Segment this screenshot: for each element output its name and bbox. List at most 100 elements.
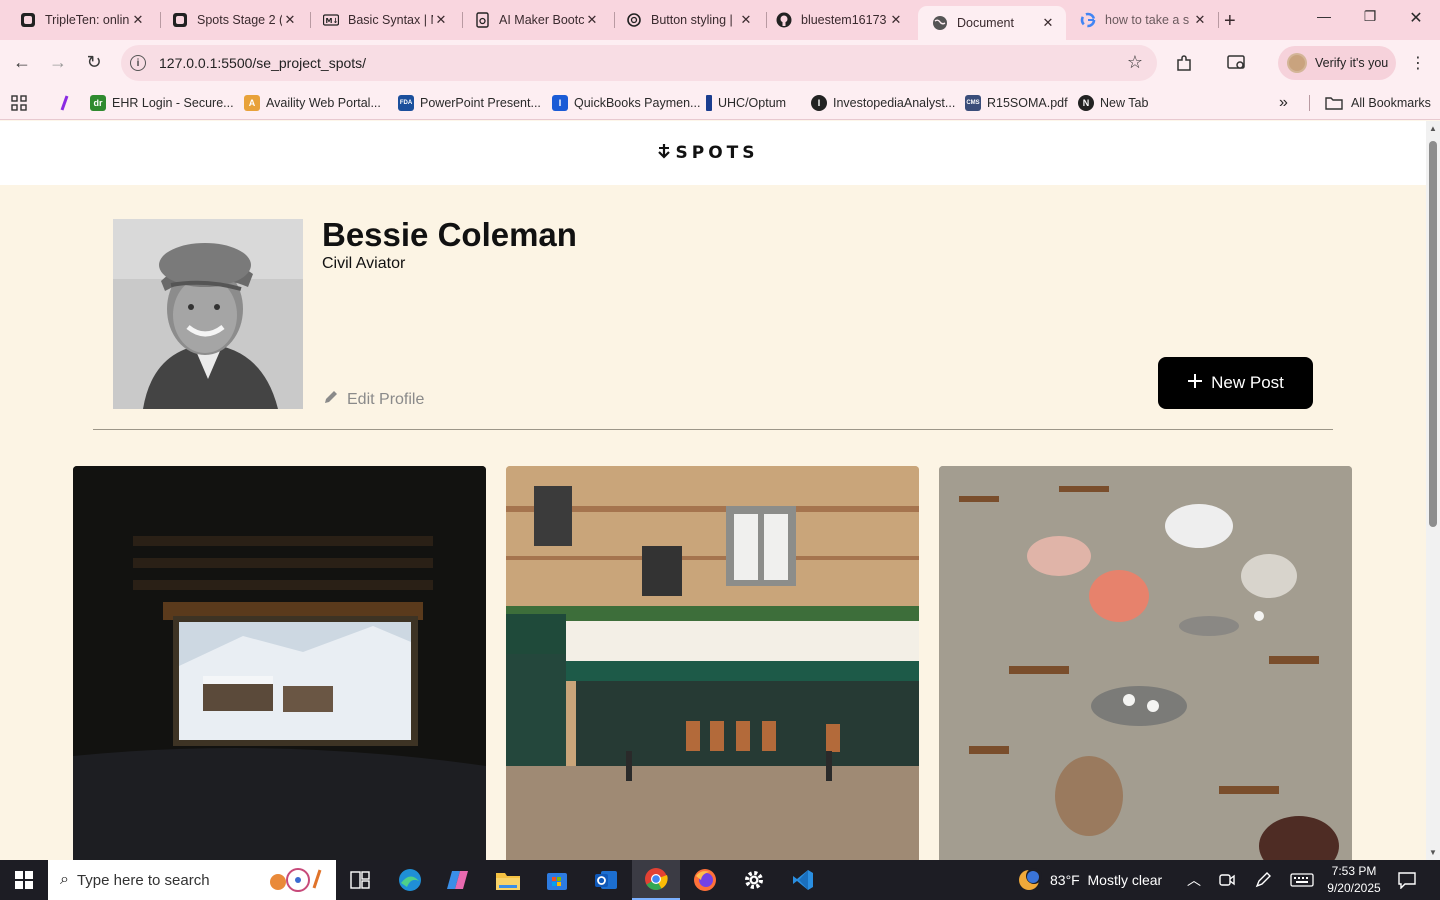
scroll-up-icon[interactable]: ▲: [1429, 124, 1437, 133]
outlook-icon[interactable]: [582, 860, 630, 900]
close-icon[interactable]: ✕: [1040, 15, 1056, 31]
spots-logo[interactable]: SPOTS: [657, 143, 759, 164]
pencil-icon: [323, 389, 339, 410]
profile-verify-button[interactable]: Verify it's you: [1278, 46, 1396, 80]
tab-google-search[interactable]: how to take a s ✕: [1066, 6, 1218, 34]
scrollbar-thumb[interactable]: [1429, 141, 1437, 527]
start-button[interactable]: [0, 860, 48, 900]
restore-button[interactable]: ❐: [1356, 8, 1384, 25]
google-icon: [1080, 12, 1096, 28]
microsoft-store-icon[interactable]: [533, 860, 581, 900]
apps-grid-icon[interactable]: [11, 92, 27, 114]
weather-moon-icon: [1019, 868, 1042, 890]
bookmark-availity[interactable]: A Availity Web Portal...: [244, 92, 381, 114]
bookmarks-bar: dr EHR Login - Secure... A Availity Web Po…: [0, 86, 1440, 120]
windows-taskbar: ⌕ Type here to search 83°F Mostly clear …: [0, 860, 1440, 900]
file-explorer-icon[interactable]: [484, 860, 532, 900]
bookmark-copilot-icon[interactable]: [58, 92, 72, 114]
logo-arrow-icon: [657, 143, 670, 164]
svg-text:M↓: M↓: [326, 17, 339, 25]
reload-button[interactable]: ↻: [82, 52, 106, 73]
close-window-button[interactable]: ✕: [1402, 8, 1430, 28]
close-icon[interactable]: ✕: [282, 12, 298, 28]
notifications-icon[interactable]: [1397, 860, 1417, 900]
card-image[interactable]: [939, 466, 1352, 860]
profile-divider: [93, 429, 1333, 430]
tripleten-icon: [20, 12, 36, 28]
bookmark-star-icon[interactable]: ☆: [1127, 52, 1143, 73]
bookmark-r15soma[interactable]: CMS R15SOMA.pdf: [965, 92, 1068, 114]
profile-avatar: [113, 219, 303, 409]
site-info-icon[interactable]: i: [130, 55, 146, 71]
search-icon: ⌕: [60, 871, 69, 888]
tab-github[interactable]: bluestem16173 ✕: [762, 6, 914, 34]
keyboard-icon[interactable]: [1290, 860, 1314, 900]
close-icon[interactable]: ✕: [888, 12, 904, 28]
weather-widget[interactable]: 83°F Mostly clear: [1016, 860, 1162, 900]
minimize-button[interactable]: —: [1310, 8, 1338, 24]
markdown-icon: M↓: [323, 12, 339, 28]
bookmark-new-tab[interactable]: N New Tab: [1078, 92, 1148, 114]
settings-gear-icon[interactable]: [730, 860, 778, 900]
site-header: SPOTS: [0, 121, 1426, 185]
close-icon[interactable]: ✕: [738, 12, 754, 28]
address-bar[interactable]: i 127.0.0.1:5500/se_project_spots/ ☆: [121, 45, 1157, 81]
browser-tab-strip: TripleTen: onlin ✕ Spots Stage 2 ( ✕ M↓ …: [0, 0, 1440, 40]
page-viewport: SPOTS Bessie Coleman Civil Aviator Edit …: [0, 121, 1426, 860]
meet-now-icon[interactable]: [1218, 860, 1236, 900]
copilot-icon[interactable]: [435, 860, 483, 900]
avatar: [1287, 53, 1307, 73]
forward-button[interactable]: →: [46, 52, 70, 73]
bookmark-investopedia[interactable]: I InvestopediaAnalyst...: [811, 92, 955, 114]
windows-icon: [15, 871, 33, 889]
scroll-down-icon[interactable]: ▼: [1429, 848, 1437, 857]
bookmarks-overflow-icon[interactable]: »: [1279, 92, 1288, 114]
globe-icon: [932, 15, 948, 31]
profile-description: Civil Aviator: [322, 255, 406, 272]
close-icon[interactable]: ✕: [1192, 12, 1208, 28]
close-icon[interactable]: ✕: [130, 12, 146, 28]
tab-button-styling[interactable]: Button styling | ✕: [612, 6, 764, 34]
close-icon[interactable]: ✕: [433, 12, 449, 28]
close-icon[interactable]: ✕: [584, 12, 600, 28]
taskbar-clock[interactable]: 7:53 PM 9/20/2025: [1318, 863, 1390, 897]
task-view-icon[interactable]: [336, 860, 384, 900]
tab-ai-maker[interactable]: AI Maker Bootc ✕: [460, 6, 610, 34]
browser-toolbar: ← → ↻ i 127.0.0.1:5500/se_project_spots/…: [0, 40, 1440, 86]
card-image[interactable]: [73, 466, 486, 860]
plus-icon: [1187, 370, 1203, 394]
edge-icon[interactable]: [386, 860, 434, 900]
taskbar-search-input[interactable]: ⌕ Type here to search: [48, 860, 336, 900]
menu-kebab-icon[interactable]: ⋮: [1407, 52, 1429, 74]
page-scrollbar[interactable]: ▲ ▼: [1426, 121, 1440, 860]
bookmark-powerpoint[interactable]: FDA PowerPoint Present...: [398, 92, 541, 114]
tripleten-icon: [172, 12, 188, 28]
tab-spots-stage[interactable]: Spots Stage 2 ( ✕: [158, 6, 308, 34]
bookmark-uhc-optum[interactable]: UUHC/Optum: [706, 92, 786, 114]
all-bookmarks-button[interactable]: All Bookmarks: [1325, 92, 1431, 114]
github-icon: [776, 12, 792, 28]
tab-basic-syntax[interactable]: M↓ Basic Syntax | M ✕: [309, 6, 459, 34]
pen-icon[interactable]: [1254, 860, 1272, 900]
new-tab-button[interactable]: +: [1224, 10, 1236, 33]
edit-profile-button[interactable]: Edit Profile: [323, 389, 424, 410]
tab-tripleten[interactable]: TripleTen: onlin ✕: [6, 6, 156, 34]
back-button[interactable]: ←: [10, 52, 34, 73]
profile-name: Bessie Coleman: [322, 216, 577, 253]
card-image[interactable]: [506, 466, 919, 860]
tray-chevron-up-icon[interactable]: ︿: [1187, 860, 1201, 900]
openai-icon: [626, 12, 642, 28]
tab-document[interactable]: Document ✕: [918, 6, 1066, 40]
extensions-icon[interactable]: [1173, 52, 1195, 74]
vscode-icon[interactable]: [779, 860, 827, 900]
folder-icon: [1325, 97, 1343, 110]
document-icon: [474, 12, 490, 28]
tab-search-icon[interactable]: [1226, 52, 1248, 74]
firefox-icon[interactable]: [681, 860, 729, 900]
url-text[interactable]: 127.0.0.1:5500/se_project_spots/: [159, 55, 366, 71]
chrome-icon[interactable]: [632, 860, 680, 900]
search-highlight-icon: [266, 866, 326, 898]
bookmark-quickbooks[interactable]: I QuickBooks Paymen...: [552, 92, 700, 114]
bookmark-ehr-login[interactable]: dr EHR Login - Secure...: [90, 92, 234, 114]
new-post-button[interactable]: New Post: [1158, 357, 1313, 409]
